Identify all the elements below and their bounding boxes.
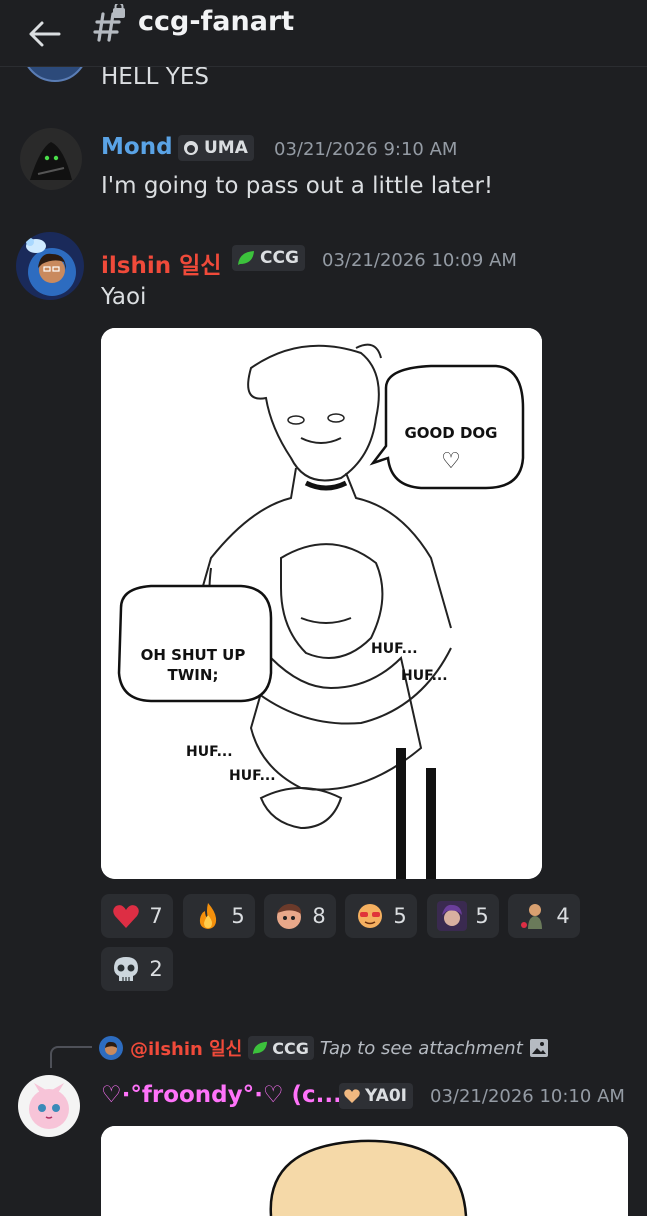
message-text: HELL YES: [101, 64, 209, 90]
reply-avatar: [99, 1036, 123, 1060]
username[interactable]: Mond: [101, 134, 173, 160]
channel-header: ccg-fanart: [0, 0, 647, 67]
guild-tag-label: CCG: [272, 1038, 309, 1058]
heart-badge-icon: [344, 1089, 360, 1103]
avatar[interactable]: [20, 128, 82, 190]
avatar-image: [20, 128, 82, 190]
sfx-text: HUF...: [186, 744, 233, 760]
reaction-count: 5: [393, 904, 407, 928]
custom-face-icon: [277, 903, 302, 929]
reaction-fire[interactable]: 5: [183, 894, 255, 938]
reaction-heart[interactable]: 7: [101, 894, 173, 938]
guild-tag[interactable]: UMA: [178, 135, 254, 161]
speech-bubble-heart: ♡: [441, 449, 461, 474]
guild-tag[interactable]: CCG: [232, 245, 305, 271]
reaction-count: 5: [475, 904, 489, 928]
sfx-text: HUF...: [229, 768, 276, 784]
reaction-custom-face-purple[interactable]: 5: [427, 894, 499, 938]
speech-bubble-text: OH SHUT UP: [141, 646, 246, 664]
guild-tag-label: UMA: [204, 138, 248, 158]
sfx-text: HUF...: [401, 668, 448, 684]
skull-icon: [114, 957, 139, 981]
avatar-image: [16, 232, 84, 300]
speech-bubble-text: GOOD DOG: [404, 424, 497, 442]
avatar[interactable]: [16, 232, 84, 300]
back-arrow-icon[interactable]: [26, 20, 62, 48]
custom-character-icon: [521, 904, 543, 929]
leaf-icon: [238, 251, 254, 265]
reaction-count: 2: [149, 957, 163, 981]
reaction-count: 7: [149, 904, 163, 928]
comic-illustration: GOOD DOG ♡ OH SHUT UP TWIN; HUF... HUF..…: [101, 328, 542, 879]
timestamp: 03/21/2026 9:10 AM: [274, 139, 458, 160]
avatar-image: [18, 1075, 80, 1137]
reaction-count: 4: [556, 904, 570, 928]
guild-tag-label: CCG: [260, 248, 299, 268]
locked-text-channel-icon: [93, 4, 125, 42]
custom-face-glasses-icon: [358, 904, 383, 928]
sfx-text: HUF...: [371, 641, 418, 657]
reply-connector: [50, 1046, 92, 1068]
leaf-icon: [253, 1041, 268, 1055]
image-attachment[interactable]: GOOD DOG ♡ OH SHUT UP TWIN; HUF... HUF..…: [101, 328, 542, 879]
guild-tag[interactable]: CCG: [248, 1036, 314, 1060]
timestamp: 03/21/2026 10:10 AM: [430, 1086, 625, 1107]
reaction-count: 8: [312, 904, 326, 928]
speech-bubble-text: TWIN;: [168, 666, 219, 684]
image-attachment[interactable]: [101, 1126, 628, 1216]
reaction-skull[interactable]: 2: [101, 947, 173, 991]
message-text: I'm going to pass out a little later!: [101, 173, 494, 199]
uma-badge-icon: [184, 141, 198, 155]
reaction-count: 5: [231, 904, 245, 928]
reaction-custom-face-glasses[interactable]: 5: [345, 894, 417, 938]
guild-tag[interactable]: YA0I: [339, 1083, 413, 1109]
reaction-custom-face-1[interactable]: 8: [264, 894, 336, 938]
channel-name[interactable]: ccg-fanart: [138, 6, 294, 37]
reply-preview[interactable]: @ilshin 일신 CCG Tap to see attachment: [98, 1034, 549, 1062]
username[interactable]: ilshin 일신: [101, 246, 221, 280]
timestamp: 03/21/2026 10:09 AM: [322, 250, 517, 271]
heart-icon: [113, 905, 140, 928]
message-text: Yaoi: [101, 284, 147, 310]
reply-text: Tap to see attachment: [319, 1037, 523, 1059]
reply-mention[interactable]: @ilshin 일신: [130, 1035, 242, 1061]
fire-icon: [200, 903, 217, 929]
attachment-illustration: [101, 1126, 628, 1216]
reaction-custom-character[interactable]: 4: [508, 894, 580, 938]
custom-face-purple-icon: [437, 901, 468, 931]
username[interactable]: ♡⋅°froondy°⋅♡ (c...: [101, 1082, 342, 1108]
avatar[interactable]: [18, 1075, 80, 1137]
guild-tag-label: YA0I: [365, 1086, 407, 1106]
image-icon: [529, 1039, 548, 1057]
